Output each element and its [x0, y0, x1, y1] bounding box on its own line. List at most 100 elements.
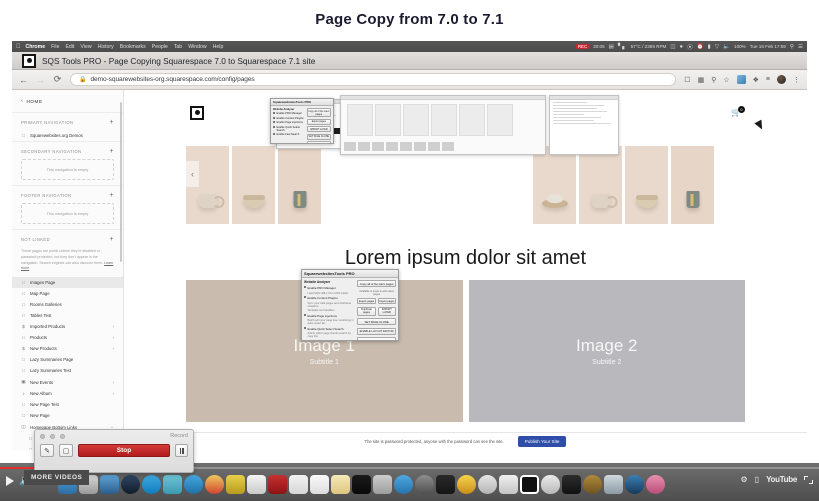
clock-icon[interactable]: ⏰ — [697, 44, 704, 50]
tools-panel-overlay-bottom[interactable]: SquarewebsitesTools PRO Website Analyzer… — [301, 269, 399, 341]
fullscreen-icon[interactable] — [804, 475, 813, 484]
menu-item-tab[interactable]: Tab — [174, 44, 182, 50]
add-page-icon[interactable]: + — [109, 192, 114, 199]
sidebar-item-new-products[interactable]: $ New Products › — [12, 343, 123, 354]
menu-item-file[interactable]: File — [51, 44, 59, 50]
extension-icon[interactable] — [736, 75, 746, 84]
tools-button-5[interactable]: IMPORT LAYER — [377, 306, 396, 316]
tools-panel-overlay-top[interactable]: SquarewebsitesTools PRO Website Analyzer… — [270, 98, 334, 144]
pause-recording-button[interactable] — [175, 444, 188, 457]
back-button[interactable]: ← — [19, 75, 28, 85]
chevron-right-icon[interactable]: › — [112, 380, 114, 385]
tools-button-6[interactable]: SET PAGE CLONE — [306, 133, 331, 140]
cast-icon[interactable]: ☐ — [684, 76, 690, 84]
dock-icon-mail[interactable] — [100, 474, 119, 494]
sidebar-item-images-page[interactable]: □ Images Page — [12, 277, 123, 288]
dock-icon-safari[interactable] — [184, 474, 203, 494]
address-bar[interactable]: 🔒 demo-squarewebsites-org.squarespace.co… — [70, 73, 677, 86]
spotlight-search-icon[interactable]: ⚲ — [790, 44, 794, 50]
dock-icon-quicktime[interactable] — [625, 474, 644, 494]
display-icon[interactable]: ▤ — [609, 44, 614, 50]
tools-button-8[interactable]: ENABLE EXTENDED EDITOR — [357, 337, 396, 340]
dock-icon-flash[interactable] — [457, 474, 476, 494]
sidebar-item-imported-products[interactable]: $ Imported Products › — [12, 321, 123, 332]
play-icon[interactable] — [6, 475, 14, 486]
menu-item-view[interactable]: View — [80, 44, 91, 50]
menu-item-bookmarks[interactable]: Bookmarks — [120, 44, 146, 50]
chevron-right-icon[interactable]: › — [112, 335, 114, 340]
control-center-icon[interactable]: ☰ — [798, 44, 803, 50]
tools-check-0[interactable]: Enable PRO Manager — [308, 286, 336, 290]
profile-avatar[interactable] — [777, 75, 786, 84]
dock-icon-launch-grid[interactable] — [436, 474, 455, 494]
carousel-slide[interactable] — [232, 146, 275, 224]
recorder-dot-1[interactable] — [40, 433, 45, 439]
tools-check-7[interactable]: Enable Quick Select Search — [308, 327, 344, 331]
carousel-slide[interactable] — [278, 146, 321, 224]
stop-recording-button[interactable]: Stop — [78, 444, 170, 457]
pen-icon[interactable]: ✎ — [40, 444, 54, 457]
puzzle-icon[interactable]: ❖ — [753, 76, 759, 84]
tools-check-5[interactable]: Enable Page injections — [308, 314, 337, 318]
usb-icon[interactable]: ● — [680, 44, 683, 50]
tools-button-4[interactable]: Duplicate pages — [357, 306, 376, 316]
add-page-icon[interactable]: + — [109, 119, 114, 126]
youtube-brand-label[interactable]: YouTube — [766, 475, 797, 484]
cart-icon[interactable]: 🛒 0 — [731, 106, 745, 117]
tools-button-7[interactable]: ENABLE LAYOUT EDITOR — [357, 327, 396, 335]
volume-icon[interactable]: 🔈 — [723, 44, 730, 50]
carousel-slide[interactable] — [671, 146, 714, 224]
sidebar-scrollbar[interactable] — [120, 102, 122, 262]
recorder-dot-3[interactable] — [60, 433, 65, 439]
dock-icon-dvd[interactable] — [478, 474, 497, 494]
chevron-right-icon[interactable]: › — [112, 324, 114, 329]
dock-icon-chrome[interactable] — [205, 474, 224, 494]
airplay-icon[interactable]: ◫ — [670, 44, 675, 50]
signal-icon[interactable]: ▘▖ — [618, 44, 627, 50]
dock-icon-notes[interactable] — [247, 474, 266, 494]
qr-icon[interactable]: ▦ — [698, 76, 705, 84]
dock-icon-preview[interactable] — [373, 474, 392, 494]
tools-check-0[interactable]: Enable PRO Manager — [277, 112, 302, 115]
carousel-slide[interactable] — [533, 146, 576, 224]
tools-button-7[interactable]: ENABLE LAYOUT EDITOR — [306, 141, 331, 143]
dock-icon-activity-monitor[interactable] — [352, 474, 371, 494]
recorder-dot-2[interactable] — [50, 433, 55, 439]
add-page-icon[interactable]: + — [109, 148, 114, 155]
tools-button-2[interactable]: Export pages — [357, 298, 376, 304]
dock-icon-xcode[interactable] — [499, 474, 518, 494]
menu-item-people[interactable]: People — [152, 44, 168, 50]
sidebar-item-lazy-summaries-page[interactable]: □ Lazy Summaries Page — [12, 354, 123, 365]
tools-check-9[interactable]: Enable Fast Search — [277, 133, 300, 136]
tools-button-5[interactable]: IMPORT LAYER — [306, 126, 331, 132]
dock-icon-settings[interactable] — [415, 474, 434, 494]
sidebar-item-rooms-galleries[interactable]: □ Rooms Galleries — [12, 299, 123, 310]
tools-button-0[interactable]: Copy all of the site's pages — [306, 108, 331, 117]
dock-icon-sqs-tools[interactable] — [520, 474, 539, 494]
search-icon[interactable]: ⚲ — [711, 76, 716, 84]
menu-item-window[interactable]: Window — [188, 44, 206, 50]
tools-button-2[interactable]: Export pages — [306, 118, 331, 125]
tools-button-6[interactable]: SET PAGE CLONE — [357, 318, 396, 325]
kebab-menu-icon[interactable]: ⋮ — [793, 76, 800, 84]
dock-icon-terminal[interactable] — [562, 474, 581, 494]
dock-icon-sublime[interactable] — [226, 474, 245, 494]
tools-button-3[interactable]: Import pages — [377, 298, 396, 304]
tools-check-2[interactable]: Enable Content Plugins — [308, 296, 338, 300]
image-block-2[interactable]: Image 2 Subtitle 2 — [468, 280, 745, 422]
tools-check-2[interactable]: Enable Content Plugins — [277, 117, 304, 120]
flag-icon[interactable]: ▮ — [708, 44, 711, 50]
sidebar-item-squarewebsites-demos[interactable]: □ Squarewebsites.org Demos — [12, 130, 123, 141]
apple-logo-icon[interactable]:  — [16, 44, 21, 50]
carousel-prev-button[interactable]: ‹ — [186, 161, 199, 187]
sidebar-item-products[interactable]: □ Products › — [12, 332, 123, 343]
wifi-icon[interactable]: ▽ — [715, 44, 719, 50]
tools-check-5[interactable]: Enable Page injections — [277, 121, 303, 124]
more-videos-overlay[interactable]: MORE VIDEOS — [24, 470, 90, 485]
sidebar-item-new-events[interactable]: ▣ New Events › — [12, 376, 123, 388]
menu-item-chrome[interactable]: Chrome — [26, 44, 46, 50]
dock-icon-photos[interactable] — [604, 474, 623, 494]
bookmark-star-icon[interactable]: ☆ — [723, 76, 729, 84]
theater-icon[interactable]: ▯ — [755, 475, 759, 484]
menu-item-edit[interactable]: Edit — [65, 44, 74, 50]
